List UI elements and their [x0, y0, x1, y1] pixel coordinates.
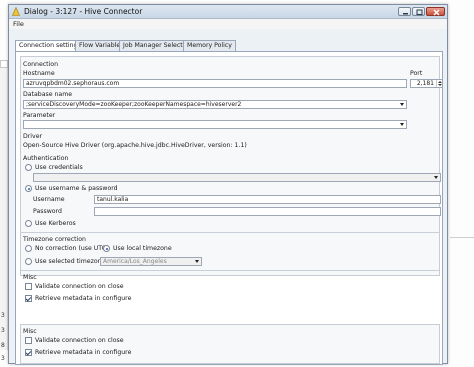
- misc-label: Misc: [23, 328, 37, 335]
- tab-memory-policy[interactable]: Memory Policy: [183, 40, 236, 51]
- hostname-label: Hostname: [23, 70, 55, 77]
- use-username-password-radio[interactable]: [25, 185, 32, 192]
- username-input[interactable]: tanul.kalia: [94, 195, 441, 204]
- database-name-label: Database name: [23, 91, 73, 98]
- maximize-icon: [416, 9, 423, 15]
- use-local-timezone-label: Use local timezone: [113, 245, 172, 252]
- hostname-input[interactable]: azruvqpbdm02.sephoraus.com: [23, 79, 407, 88]
- spin-down-icon: [438, 84, 442, 86]
- connection-settings-panel: Connection Hostname Port azruvqpbdm02.se…: [15, 51, 443, 365]
- chevron-down-icon: [400, 103, 404, 106]
- background-divider: [450, 237, 474, 238]
- connection-section-label: Connection: [23, 61, 59, 68]
- section-divider: [20, 232, 440, 233]
- authentication-label: Authentication: [23, 155, 69, 162]
- port-label: Port: [410, 70, 423, 77]
- parameter-input[interactable]: [23, 120, 407, 129]
- driver-label: Driver: [23, 133, 43, 140]
- background-number: 3: [1, 327, 5, 334]
- use-selected-timezone-label: Use selected timezone: [35, 258, 106, 265]
- use-local-timezone-radio[interactable]: [103, 245, 110, 252]
- retrieve-metadata-checkbox[interactable]: [25, 349, 32, 356]
- hive-connector-dialog: Dialog - 3:127 - Hive Connector File Con…: [8, 4, 448, 365]
- driver-value: Open-Source Hive Driver (org.apache.hive…: [23, 142, 247, 149]
- validate-connection-label: Validate connection on close: [35, 283, 124, 290]
- background-tab-icon: [0, 60, 8, 68]
- background-sidebar: [0, 60, 8, 350]
- section-divider: [20, 270, 440, 271]
- menu-file[interactable]: File: [13, 20, 24, 28]
- minimize-button[interactable]: [398, 7, 411, 16]
- use-selected-timezone-radio[interactable]: [25, 258, 32, 265]
- close-icon: [433, 9, 440, 16]
- password-label: Password: [33, 208, 62, 215]
- chevron-down-icon: [400, 123, 404, 126]
- retrieve-metadata-label: Retrieve metadata in configure: [35, 349, 132, 356]
- minimize-icon: [403, 13, 408, 15]
- no-correction-radio[interactable]: [25, 245, 32, 252]
- timezone-select-value: America/Los_Angeles: [103, 258, 167, 265]
- database-name-input[interactable]: ;serviceDiscoveryMode=zooKeeper;zooKeepe…: [23, 100, 407, 109]
- close-button[interactable]: [426, 7, 445, 16]
- settings-group: [20, 56, 440, 276]
- maximize-button[interactable]: [412, 7, 425, 16]
- parameter-label: Parameter: [23, 112, 56, 119]
- validate-connection-label: Validate connection on close: [35, 337, 124, 344]
- retrieve-metadata-checkbox[interactable]: [25, 295, 32, 302]
- use-kerberos-label: Use Kerberos: [35, 220, 76, 227]
- validate-connection-checkbox[interactable]: [25, 283, 32, 290]
- credentials-select[interactable]: [33, 173, 441, 182]
- use-kerberos-radio[interactable]: [25, 220, 32, 227]
- username-label: Username: [33, 196, 65, 203]
- timezone-select[interactable]: America/Los_Angeles: [100, 257, 202, 266]
- window-title: Dialog - 3:127 - Hive Connector: [24, 7, 143, 16]
- use-credentials-label: Use credentials: [35, 164, 83, 171]
- chevron-down-icon: [195, 260, 199, 263]
- port-spin-buttons[interactable]: [436, 80, 442, 87]
- no-correction-label: No correction (use UTC): [35, 245, 109, 252]
- background-number: 3: [1, 312, 5, 319]
- background-number: 3: [1, 355, 5, 362]
- background-number: 8: [1, 342, 5, 349]
- port-value: 2,181: [416, 80, 434, 87]
- port-spinner[interactable]: 2,181: [410, 79, 443, 88]
- validate-connection-checkbox[interactable]: [25, 337, 32, 344]
- misc-group-box: [20, 324, 440, 364]
- timezone-label: Timezone correction: [23, 236, 86, 243]
- password-input[interactable]: [94, 207, 441, 216]
- use-credentials-radio[interactable]: [25, 164, 32, 171]
- chevron-down-icon: [434, 176, 438, 179]
- retrieve-metadata-label: Retrieve metadata in configure: [35, 295, 132, 302]
- misc-label: Misc: [23, 274, 37, 281]
- database-name-value: ;serviceDiscoveryMode=zooKeeper;zooKeepe…: [26, 101, 242, 108]
- use-username-password-label: Use username & password: [35, 185, 118, 192]
- title-bar[interactable]: Dialog - 3:127 - Hive Connector: [9, 5, 447, 19]
- spin-up-icon: [438, 80, 442, 83]
- knime-app-icon: [12, 7, 20, 16]
- menu-bar: File: [9, 19, 447, 29]
